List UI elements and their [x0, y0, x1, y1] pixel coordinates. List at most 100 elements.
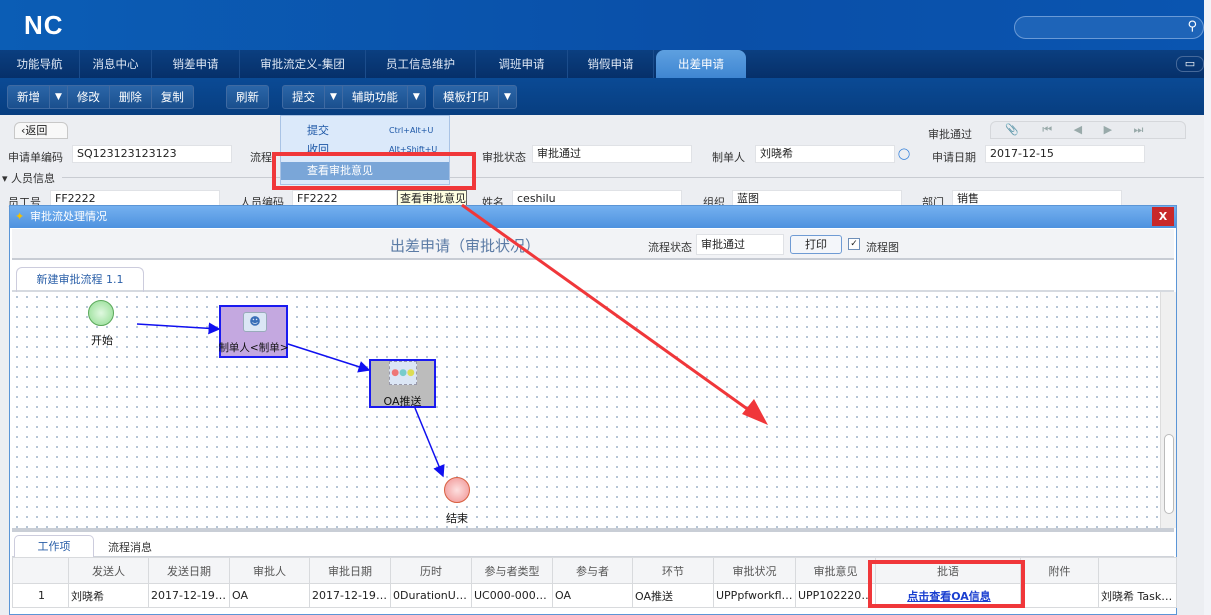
col-approve-date[interactable]: 审批日期 [309, 557, 391, 584]
search-icon[interactable]: ⚲ [1187, 19, 1197, 34]
multi-circle-icon: ●●● [389, 361, 417, 385]
flowchart-label: 流程图 [866, 241, 899, 254]
col-approver[interactable]: 审批人 [229, 557, 310, 584]
oa-node-label: OA推送 [383, 395, 422, 408]
cell-approve-status: UPPpfworkflo... [713, 583, 796, 608]
tab-cancel-leave[interactable]: 销假申请 [568, 50, 654, 78]
print-group: 模板打印 ▼ [433, 85, 517, 109]
approve-status-label: 审批状态 [482, 151, 526, 164]
back-button[interactable]: ‹返回 [14, 122, 68, 139]
next-page-icon[interactable]: ▶ [1104, 123, 1112, 136]
cell-participant-type: UC000-0002... [471, 583, 553, 608]
col-attachment[interactable]: 附件 [1020, 557, 1099, 584]
menu-label: 提交 [307, 124, 329, 137]
tab-bar: 功能导航 消息中心 销差申请 审批流定义-集团 员工信息维护 调班申请 销假申请… [0, 50, 1204, 78]
col-approve-status[interactable]: 审批状况 [713, 557, 796, 584]
chevron-down-icon[interactable]: ▼ [499, 86, 516, 108]
tab-work-items[interactable]: 工作项 [14, 535, 94, 558]
tab-message-center[interactable]: 消息中心 [80, 50, 152, 78]
tab-employee-info[interactable]: 员工信息维护 [366, 50, 476, 78]
end-node-icon[interactable] [444, 477, 470, 503]
print-button[interactable]: 打印 [790, 235, 842, 254]
cell-send-date: 2017-12-19 1... [148, 583, 230, 608]
start-node-label: 开始 [91, 334, 113, 347]
delete-button[interactable]: 删除 [110, 86, 152, 108]
end-node-label: 结束 [446, 512, 468, 525]
menu-item-submit[interactable]: 提交 Ctrl+Alt+U [281, 122, 449, 140]
prev-page-icon[interactable]: ◀ [1074, 123, 1082, 136]
canvas-scrollbar[interactable] [1160, 292, 1176, 528]
col-duration[interactable]: 历时 [390, 557, 472, 584]
tab-cancel-trip[interactable]: 销差申请 [152, 50, 240, 78]
maker-label: 制单人 [712, 151, 745, 164]
oa-node[interactable]: ●●● OA推送 [369, 359, 436, 408]
tab-shift[interactable]: 调班申请 [476, 50, 568, 78]
assist-button[interactable]: 辅助功能 [343, 86, 408, 108]
close-button[interactable]: X [1152, 207, 1174, 226]
approval-dialog: ✦ 审批流处理情况 X 出差申请（审批状况） 流程状态 审批通过 打印 ✓ 流程… [9, 205, 1177, 615]
tab-flow-messages[interactable]: 流程消息 [108, 539, 152, 555]
first-page-icon[interactable]: ⏮ [1042, 123, 1052, 136]
refresh-group: 刷新 [226, 85, 269, 109]
highlight-box-link [868, 560, 1025, 608]
app-header: NC ⚲ [0, 0, 1204, 50]
col-participant[interactable]: 参与者 [552, 557, 633, 584]
col-sender[interactable]: 发送人 [68, 557, 149, 584]
cell-approver: OA [229, 583, 310, 608]
last-page-icon[interactable]: ⏭ [1134, 123, 1144, 136]
cell-extra: 刘晓希 TaskTop [1098, 583, 1177, 608]
attachment-icon[interactable]: 📎 [1005, 123, 1019, 136]
flow-status-field[interactable]: 审批通过 [696, 234, 784, 255]
template-print-button[interactable]: 模板打印 [434, 86, 499, 108]
maker-field[interactable]: 刘晓希 [755, 145, 895, 163]
cell-approve-date: 2017-12-19 1... [309, 583, 391, 608]
tab-flow-1-1[interactable]: 新建审批流程 1.1 [16, 267, 144, 292]
menu-shortcut: Ctrl+Alt+U [389, 126, 434, 135]
cell-duration: 0DurationUnit... [390, 583, 472, 608]
submit-group: 提交 ▼ 辅助功能 ▼ [282, 85, 426, 109]
col-step[interactable]: 环节 [632, 557, 714, 584]
toolbar: 新增 ▼ 修改 删除 复制 刷新 提交 ▼ 辅助功能 ▼ 模板打印 ▼ [0, 78, 1204, 115]
tab-approval-def[interactable]: 审批流定义-集团 [240, 50, 366, 78]
divider [62, 177, 1204, 178]
add-button[interactable]: 新增 [8, 86, 50, 108]
cell-index: 1 [12, 583, 69, 608]
search-input[interactable]: ⚲ [1014, 16, 1204, 39]
apply-date-field[interactable]: 2017-12-15 [985, 145, 1145, 163]
start-node-icon[interactable] [88, 300, 114, 326]
chevron-down-icon[interactable]: ▼ [50, 86, 68, 108]
col-index [12, 557, 69, 584]
col-participant-type[interactable]: 参与者类型 [471, 557, 553, 584]
col-extra[interactable] [1098, 557, 1177, 584]
edit-button[interactable]: 修改 [68, 86, 110, 108]
refresh-button[interactable]: 刷新 [227, 86, 268, 108]
maker-node-label: 制单人<制单> [218, 342, 289, 354]
refer-icon[interactable]: ◯ [895, 145, 913, 163]
approve-status-field[interactable]: 审批通过 [532, 145, 692, 163]
flow-canvas: 开始 ☻ 制单人<制单> ●●● OA推送 结束 [12, 292, 1160, 528]
chevron-down-icon[interactable]: ▼ [325, 86, 343, 108]
tab-trip-apply[interactable]: 出差申请 [656, 50, 746, 78]
flow-tab-bar: 新建审批流程 1.1 [12, 262, 1174, 292]
copy-button[interactable]: 复制 [152, 86, 193, 108]
col-approve-opinion[interactable]: 审批意见 [795, 557, 876, 584]
cell-approve-opinion: UPP102220-... [795, 583, 876, 608]
cell-step: OA推送 [632, 583, 714, 608]
section-person[interactable]: ▾ 人员信息 [2, 170, 55, 186]
col-send-date[interactable]: 发送日期 [148, 557, 230, 584]
splitter[interactable] [12, 528, 1174, 532]
scrollbar-thumb[interactable] [1164, 434, 1174, 514]
flowchart-checkbox[interactable]: ✓ [848, 238, 860, 250]
edge-maker-oa [287, 343, 371, 373]
restore-window-icon[interactable]: ▭ [1176, 56, 1204, 72]
dialog-titlebar[interactable]: ✦ 审批流处理情况 X [10, 206, 1176, 228]
maker-node[interactable]: ☻ 制单人<制单> [218, 305, 289, 358]
app-icon: ✦ [15, 210, 25, 223]
chevron-down-icon[interactable]: ▼ [408, 86, 425, 108]
submit-button[interactable]: 提交 [283, 86, 325, 108]
flow-status-label: 流程状态 [648, 241, 692, 254]
bill-code-field[interactable]: SQ123123123123 [72, 145, 232, 163]
dialog-title: 审批流处理情况 [30, 210, 107, 223]
tab-function-nav[interactable]: 功能导航 [0, 50, 80, 78]
dialog-header: 出差申请（审批状况） 流程状态 审批通过 打印 ✓ 流程图 [12, 229, 1174, 260]
